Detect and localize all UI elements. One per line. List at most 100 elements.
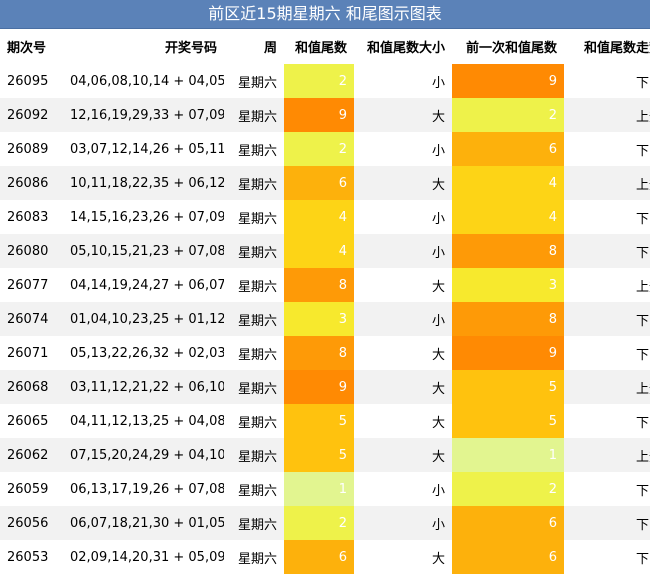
table-row: 2606504,11,12,13,25 + 04,08星期六5大5下降 xyxy=(0,404,650,438)
cell-trend: 下降 xyxy=(564,404,650,438)
cell-prev-tail: 2 xyxy=(452,472,564,506)
table-row: 2608314,15,16,23,26 + 07,09星期六4小4下降 xyxy=(0,200,650,234)
cell-numbers: 03,07,12,14,26 + 05,11 xyxy=(63,132,224,166)
cell-sum-size: 大 xyxy=(354,98,452,132)
table-body: 2609504,06,08,10,14 + 04,05星期六2小9下降26092… xyxy=(0,64,650,574)
table-row: 2608903,07,12,14,26 + 05,11星期六2小6下降 xyxy=(0,132,650,166)
cell-weekday: 星期六 xyxy=(224,234,284,268)
cell-prev-tail: 9 xyxy=(452,64,564,98)
cell-numbers: 02,09,14,20,31 + 05,09 xyxy=(63,540,224,574)
cell-issue: 26089 xyxy=(0,132,63,166)
cell-numbers: 12,16,19,29,33 + 07,09 xyxy=(63,98,224,132)
cell-weekday: 星期六 xyxy=(224,540,284,574)
cell-trend: 下降 xyxy=(564,472,650,506)
header-weekday: 周 xyxy=(224,29,284,64)
cell-trend: 上升 xyxy=(564,268,650,302)
cell-sum-tail: 1 xyxy=(284,472,354,506)
cell-sum-size: 大 xyxy=(354,370,452,404)
cell-weekday: 星期六 xyxy=(224,438,284,472)
cell-sum-size: 小 xyxy=(354,200,452,234)
table-row: 2607105,13,22,26,32 + 02,03星期六8大9下降 xyxy=(0,336,650,370)
cell-sum-tail: 2 xyxy=(284,64,354,98)
cell-trend: 下降 xyxy=(564,302,650,336)
cell-issue: 26056 xyxy=(0,506,63,540)
cell-numbers: 06,13,17,19,26 + 07,08 xyxy=(63,472,224,506)
cell-issue: 26053 xyxy=(0,540,63,574)
cell-sum-tail: 8 xyxy=(284,336,354,370)
table-row: 2606803,11,12,21,22 + 06,10星期六9大5上升 xyxy=(0,370,650,404)
cell-issue: 26092 xyxy=(0,98,63,132)
cell-issue: 26083 xyxy=(0,200,63,234)
cell-weekday: 星期六 xyxy=(224,404,284,438)
cell-sum-size: 小 xyxy=(354,64,452,98)
table-row: 2607704,14,19,24,27 + 06,07星期六8大3上升 xyxy=(0,268,650,302)
cell-sum-tail: 4 xyxy=(284,234,354,268)
cell-prev-tail: 5 xyxy=(452,404,564,438)
cell-sum-tail: 4 xyxy=(284,200,354,234)
cell-trend: 下降 xyxy=(564,132,650,166)
cell-sum-size: 小 xyxy=(354,472,452,506)
cell-issue: 26080 xyxy=(0,234,63,268)
cell-trend: 下降 xyxy=(564,506,650,540)
cell-weekday: 星期六 xyxy=(224,472,284,506)
cell-trend: 下降 xyxy=(564,200,650,234)
header-numbers: 开奖号码 xyxy=(63,29,224,64)
cell-trend: 下降 xyxy=(564,336,650,370)
table-header-row: 期次号 开奖号码 周 和值尾数 和值尾数大小 前一次和值尾数 和值尾数走势 xyxy=(0,29,650,64)
cell-trend: 下降 xyxy=(564,64,650,98)
cell-numbers: 05,13,22,26,32 + 02,03 xyxy=(63,336,224,370)
cell-numbers: 05,10,15,21,23 + 07,08 xyxy=(63,234,224,268)
cell-sum-size: 大 xyxy=(354,540,452,574)
table-row: 2609212,16,19,29,33 + 07,09星期六9大2上升 xyxy=(0,98,650,132)
cell-issue: 26062 xyxy=(0,438,63,472)
cell-weekday: 星期六 xyxy=(224,268,284,302)
table-row: 2606207,15,20,24,29 + 04,10星期六5大1上升 xyxy=(0,438,650,472)
cell-sum-tail: 3 xyxy=(284,302,354,336)
cell-numbers: 14,15,16,23,26 + 07,09 xyxy=(63,200,224,234)
cell-numbers: 04,06,08,10,14 + 04,05 xyxy=(63,64,224,98)
cell-prev-tail: 9 xyxy=(452,336,564,370)
cell-sum-tail: 6 xyxy=(284,166,354,200)
cell-sum-size: 大 xyxy=(354,166,452,200)
cell-prev-tail: 2 xyxy=(452,98,564,132)
cell-sum-tail: 8 xyxy=(284,268,354,302)
cell-prev-tail: 1 xyxy=(452,438,564,472)
table-row: 2605906,13,17,19,26 + 07,08星期六1小2下降 xyxy=(0,472,650,506)
cell-trend: 上升 xyxy=(564,438,650,472)
cell-numbers: 07,15,20,24,29 + 04,10 xyxy=(63,438,224,472)
cell-sum-size: 大 xyxy=(354,268,452,302)
cell-prev-tail: 6 xyxy=(452,540,564,574)
cell-weekday: 星期六 xyxy=(224,200,284,234)
cell-weekday: 星期六 xyxy=(224,336,284,370)
cell-sum-tail: 9 xyxy=(284,370,354,404)
cell-sum-size: 小 xyxy=(354,506,452,540)
cell-weekday: 星期六 xyxy=(224,506,284,540)
cell-weekday: 星期六 xyxy=(224,64,284,98)
cell-prev-tail: 8 xyxy=(452,302,564,336)
cell-sum-tail: 9 xyxy=(284,98,354,132)
cell-sum-size: 小 xyxy=(354,302,452,336)
cell-weekday: 星期六 xyxy=(224,166,284,200)
cell-issue: 26068 xyxy=(0,370,63,404)
cell-issue: 26086 xyxy=(0,166,63,200)
cell-trend: 上升 xyxy=(564,370,650,404)
cell-sum-size: 大 xyxy=(354,336,452,370)
chart-table-panel: 前区近15期星期六 和尾图示图表 期次号 开奖号码 周 和值尾数 和值尾数大小 … xyxy=(0,0,650,574)
table-row: 2608005,10,15,21,23 + 07,08星期六4小8下降 xyxy=(0,234,650,268)
table-row: 2608610,11,18,22,35 + 06,12星期六6大4上升 xyxy=(0,166,650,200)
cell-issue: 26071 xyxy=(0,336,63,370)
cell-prev-tail: 8 xyxy=(452,234,564,268)
table-row: 2605302,09,14,20,31 + 05,09星期六6大6下降 xyxy=(0,540,650,574)
cell-sum-tail: 2 xyxy=(284,132,354,166)
cell-sum-size: 大 xyxy=(354,404,452,438)
cell-sum-tail: 6 xyxy=(284,540,354,574)
cell-sum-tail: 5 xyxy=(284,404,354,438)
cell-prev-tail: 4 xyxy=(452,166,564,200)
cell-sum-size: 小 xyxy=(354,234,452,268)
cell-prev-tail: 6 xyxy=(452,506,564,540)
cell-issue: 26059 xyxy=(0,472,63,506)
cell-numbers: 03,11,12,21,22 + 06,10 xyxy=(63,370,224,404)
header-sum-tail: 和值尾数 xyxy=(284,29,354,64)
cell-numbers: 04,14,19,24,27 + 06,07 xyxy=(63,268,224,302)
cell-trend: 上升 xyxy=(564,98,650,132)
